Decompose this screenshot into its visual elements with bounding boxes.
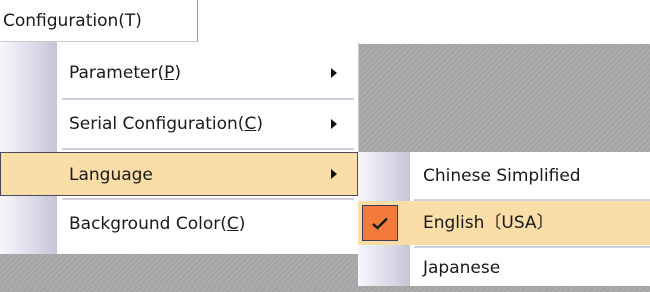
menu-separator: [62, 148, 354, 150]
submenu-item-japanese-label: Japanese: [423, 258, 501, 278]
menu-item-serial-configuration-label: Serial Configuration(C): [69, 102, 263, 146]
label-text: Parameter(: [69, 63, 165, 83]
submenu-item-english-usa-label: English〔USA〕: [423, 213, 554, 233]
submenu-item-chinese-simplified[interactable]: Chinese Simplified: [358, 154, 650, 198]
label-suffix: ): [256, 114, 263, 134]
mnemonic-key: P: [164, 63, 175, 83]
menu-separator: [62, 98, 354, 100]
label-suffix: ): [238, 214, 246, 234]
menu-configuration-label: Configuration(T): [3, 11, 142, 31]
menu-configuration[interactable]: Configuration(T): [0, 0, 198, 42]
menu-item-background-color[interactable]: Background Color(C): [0, 202, 358, 246]
check-icon: [362, 205, 398, 241]
language-submenu: Chinese Simplified English〔USA〕 Japanese: [358, 152, 650, 286]
menu-bar: Configuration(T): [0, 0, 650, 44]
menu-item-parameter-label: Parameter(P): [69, 51, 181, 95]
submenu-item-english-usa[interactable]: English〔USA〕: [358, 201, 650, 245]
submenu-arrow-icon: [331, 169, 337, 179]
mnemonic-key: C: [244, 114, 257, 134]
mnemonic-key: C: [226, 214, 239, 234]
menu-item-serial-configuration[interactable]: Serial Configuration(C): [0, 102, 358, 146]
menu-item-language-label: Language: [69, 153, 153, 197]
label-text: Background Color(: [69, 214, 227, 234]
menu-item-parameter[interactable]: Parameter(P): [0, 51, 358, 95]
menu-item-background-color-label: Background Color(C): [69, 202, 245, 246]
check-glyph: [372, 217, 388, 230]
menu-item-language[interactable]: Language: [0, 152, 358, 196]
menu-separator: [62, 198, 354, 200]
submenu-item-chinese-simplified-label: Chinese Simplified: [423, 166, 581, 186]
label-text: Language: [69, 165, 153, 185]
label-text: Serial Configuration(: [69, 114, 245, 134]
submenu-item-japanese[interactable]: Japanese: [358, 248, 650, 292]
submenu-arrow-icon: [331, 119, 337, 129]
submenu-arrow-icon: [331, 68, 337, 78]
label-suffix: ): [174, 63, 181, 83]
configuration-dropdown: Parameter(P) Serial Configuration(C) Lan…: [0, 42, 359, 254]
